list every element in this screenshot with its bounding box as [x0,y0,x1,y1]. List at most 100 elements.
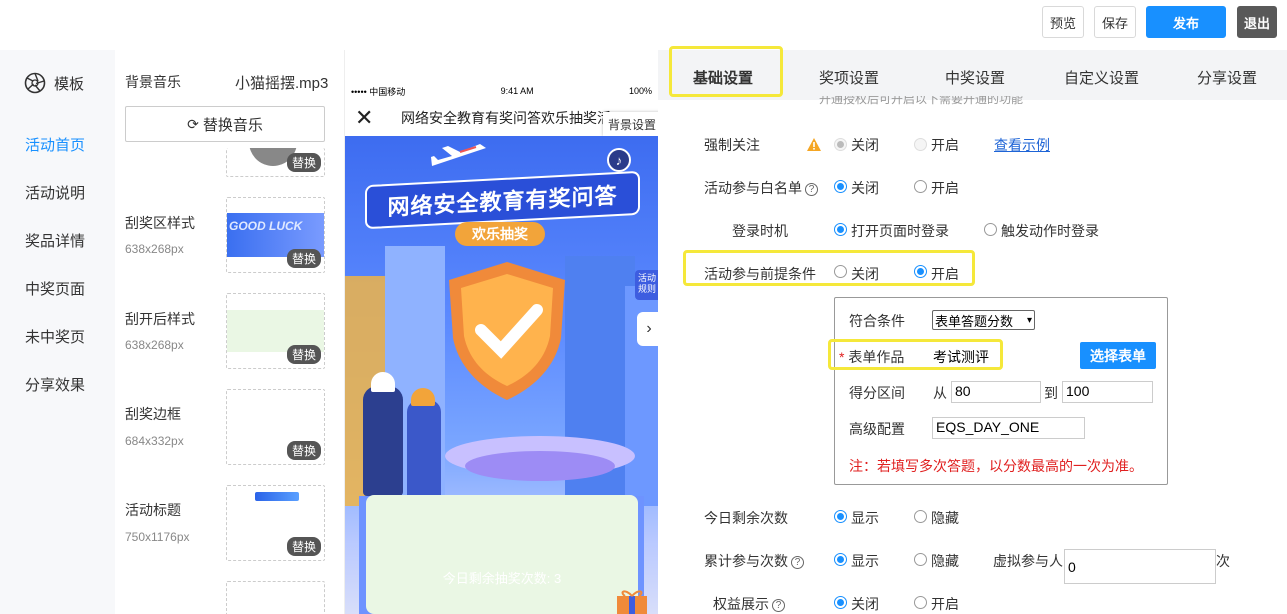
asset-thumb-title[interactable]: 替换 [226,485,325,561]
tab-prize-settings[interactable]: 奖项设置 [819,67,879,88]
swap-button[interactable]: 替换 [286,345,321,364]
advanced-config-input[interactable]: EQS_DAY_ONE [932,417,1085,439]
score-to-input[interactable]: 100 [1062,381,1153,403]
phone-preview: ••••• 中国移动 9:41 AM 100% ✕ 网络安全教育有奖问答欢乐抽奖… [345,82,658,614]
login-on-open-label: 打开页面时登录 [851,223,949,239]
sidebar-item-win-page[interactable]: 中奖页面 [25,278,85,299]
sidebar-item-prizes[interactable]: 奖品详情 [25,230,85,251]
view-example-link[interactable]: 查看示例 [994,135,1050,155]
save-button[interactable]: 保存 [1094,6,1136,38]
whitelist-label: 活动参与白名单? [704,178,818,198]
force-follow-on-radio[interactable] [914,138,927,151]
help-icon[interactable]: ? [791,556,804,569]
tab-share-settings[interactable]: 分享设置 [1197,67,1257,88]
bg-music-file: 小猫摇摆.mp3 [235,75,329,92]
remaining-draws-text: 今日剩余抽奖次数: 3 [442,571,562,586]
swap-button[interactable]: 替换 [286,249,321,268]
today-remaining-show-label: 显示 [851,510,879,526]
tab-custom-settings[interactable]: 自定义设置 [1064,67,1139,88]
sidebar-item-share[interactable]: 分享效果 [25,374,85,395]
bg-music-label: 背景音乐 [125,74,181,90]
whitelist-off-label: 关闭 [851,180,879,196]
aperture-icon [24,72,46,94]
rules-tag[interactable]: 活动规则 [635,270,658,300]
exit-button[interactable]: 退出 [1237,6,1277,38]
swap-button[interactable]: 替换 [286,441,321,460]
swap-button[interactable]: 替换 [286,153,321,172]
today-remaining-label: 今日剩余次数 [704,510,788,526]
virtual-participants-input[interactable]: 0 [1064,549,1216,584]
score-range-label: 得分区间 [849,385,905,401]
asset-label: 活动标题 [125,502,181,518]
force-follow-off-label: 关闭 [851,137,879,153]
help-icon[interactable]: ? [772,599,785,612]
replace-music-button[interactable]: ⟳ 替换音乐 [125,106,325,142]
tab-basic-settings[interactable]: 基础设置 [693,67,753,88]
asset-thumb-partial[interactable]: 替换 [226,148,325,177]
precondition-off-label: 关闭 [851,266,879,282]
score-from-input[interactable]: 80 [951,381,1041,403]
score-from-label: 从 [933,385,947,401]
template-label: 模板 [54,75,85,93]
sidebar-item-description[interactable]: 活动说明 [25,182,85,203]
precondition-on-radio[interactable] [914,265,927,278]
whitelist-on-label: 开启 [931,180,959,196]
login-on-open-radio[interactable] [834,223,847,236]
virtual-participants-label: 虚拟参与人 [993,553,1063,569]
asset-thumb-border[interactable]: 替换 [226,389,325,465]
benefits-label: 权益展示? [713,594,785,614]
asset-thumb-scratched[interactable]: 替换 [226,293,325,369]
login-on-action-radio[interactable] [984,223,997,236]
precondition-on-label: 开启 [931,266,959,282]
settings-tabs: 基础设置 奖项设置 中奖设置 自定义设置 分享设置 [658,50,1287,100]
match-condition-select[interactable]: 表单答题分数 ▾ [932,310,1035,330]
warning-icon [807,138,821,151]
virtual-participants-unit: 次 [1216,553,1230,569]
chevron-right-icon[interactable]: › [637,312,658,346]
today-remaining-hide-radio[interactable] [914,510,927,523]
force-follow-off-radio[interactable] [834,138,847,151]
asset-label: 刮开后样式 [125,311,195,327]
publish-button[interactable]: 发布 [1146,6,1226,38]
cumulative-hide-radio[interactable] [914,553,927,566]
asset-size: 638x268px [125,338,184,352]
poster-subtitle: 欢乐抽奖 [455,222,545,246]
status-time: 9:41 AM [500,86,534,96]
today-remaining-show-radio[interactable] [834,510,847,523]
select-form-button[interactable]: 选择表单 [1080,342,1156,369]
gift-icon [617,590,647,614]
benefits-on-radio[interactable] [914,596,927,609]
preview-button[interactable]: 预览 [1042,6,1084,38]
bg-setting-button[interactable]: 背景设置 [603,112,658,136]
advanced-config-label: 高级配置 [849,421,905,437]
sidebar-item-home[interactable]: 活动首页 [25,134,85,155]
form-work-label: * 表单作品 [839,349,905,365]
score-note: 注：若填写多次答题，以分数最高的一次为准。 [849,458,1143,474]
tab-winning-settings[interactable]: 中奖设置 [945,67,1005,88]
whitelist-on-radio[interactable] [914,180,927,193]
sidebar-item-lose-page[interactable]: 未中奖页 [25,326,85,347]
asset-label: 刮奖区样式 [125,215,195,231]
asset-thumb-partial-bottom[interactable] [226,581,325,614]
force-follow-label: 强制关注 [704,137,760,153]
score-to-label: 到 [1044,385,1058,401]
login-timing-label: 登录时机 [732,223,788,239]
replace-music-label: 替换音乐 [202,116,263,134]
precondition-off-radio[interactable] [834,265,847,278]
cumulative-show-radio[interactable] [834,553,847,566]
benefits-off-radio[interactable] [834,596,847,609]
template-menu[interactable]: 模板 [24,72,84,94]
airplane-icon [431,144,486,166]
login-on-action-label: 触发动作时登录 [1001,223,1099,239]
asset-panel: 背景音乐 小猫摇摆.mp3 ⟳ 替换音乐 替换 刮奖区样式 638x268px … [115,50,345,614]
help-icon[interactable]: ? [805,183,818,196]
close-icon[interactable]: ✕ [355,105,375,131]
whitelist-off-radio[interactable] [834,180,847,193]
swap-button[interactable]: 替换 [286,537,321,556]
asset-size: 638x268px [125,242,184,256]
poster-title: 网络安全教育有奖问答 [365,170,640,230]
cumulative-hide-label: 隐藏 [931,553,959,569]
asset-thumb-scratch-area[interactable]: GOOD LUCK 替换 [226,197,325,273]
music-note-icon[interactable]: ♪ [607,148,631,172]
benefits-off-label: 关闭 [851,596,879,612]
